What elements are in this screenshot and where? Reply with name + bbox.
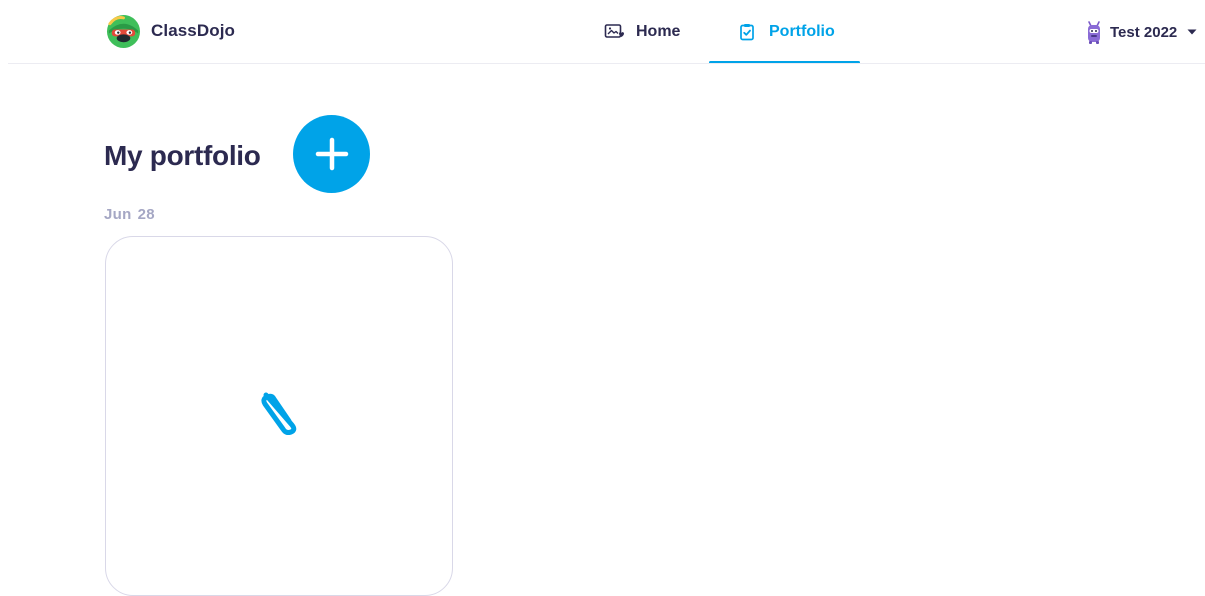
caret-down-icon: [1187, 29, 1197, 35]
entry-date-month: Jun: [104, 206, 132, 223]
header-divider: [8, 63, 1205, 64]
page-title: My portfolio: [104, 140, 261, 171]
brand-link[interactable]: ClassDojo: [106, 13, 235, 49]
entry-date: Jun 28: [104, 206, 155, 223]
paperclip-icon: [261, 392, 297, 435]
tab-home[interactable]: Home: [604, 0, 680, 64]
tab-portfolio-label: Portfolio: [769, 23, 835, 40]
entry-date-day: 28: [137, 206, 155, 223]
top-navigation-bar: ClassDojo Home Portfolio Test 2022: [0, 0, 1205, 64]
clipboard-check-icon: [740, 24, 754, 41]
user-menu[interactable]: Test 2022: [1086, 16, 1197, 48]
brand-name: ClassDojo: [151, 21, 236, 40]
add-portfolio-item-button[interactable]: [293, 115, 370, 193]
photo-heart-icon: [604, 24, 624, 38]
classdojo-logo-icon: [106, 14, 141, 48]
user-name: Test 2022: [1110, 23, 1178, 41]
portfolio-entry-card[interactable]: [105, 236, 453, 596]
tab-portfolio[interactable]: Portfolio: [709, 0, 860, 64]
plus-icon: [315, 137, 348, 171]
purple-monster-avatar: [1088, 21, 1100, 44]
tab-home-label: Home: [636, 23, 681, 40]
